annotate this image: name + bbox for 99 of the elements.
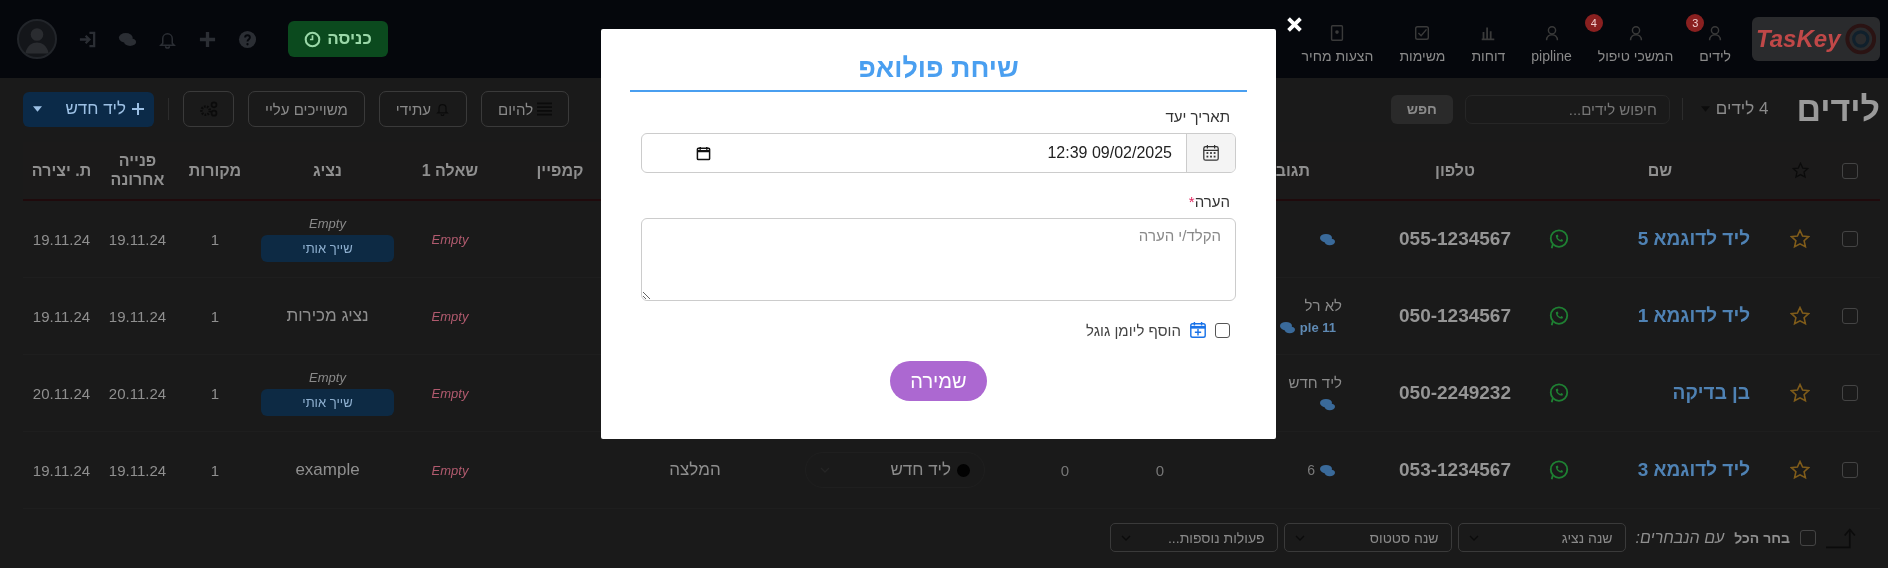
assign-me-button[interactable]: שייך אותי: [261, 389, 394, 416]
empty-value: Empty: [431, 231, 469, 247]
calendar-plus-icon: [1189, 321, 1207, 339]
logo[interactable]: TasKey: [1752, 17, 1880, 61]
row-checkbox[interactable]: [1842, 308, 1858, 324]
chat-icon[interactable]: [1278, 320, 1296, 335]
filter-button[interactable]: להיום: [481, 91, 570, 127]
dialog-title: שיחת פולואפ: [630, 53, 1247, 92]
nav-item[interactable]: דוחות: [1458, 14, 1519, 64]
row-checkbox[interactable]: [1842, 231, 1858, 247]
table-cell: 1: [210, 307, 220, 325]
note-field[interactable]: הקלד/י הערה: [641, 218, 1236, 301]
whatsapp-icon[interactable]: [1548, 382, 1570, 404]
phone-number: 050-1234567: [1399, 305, 1511, 327]
star-icon[interactable]: [1790, 306, 1810, 326]
lead-name-link[interactable]: ליד לדוגמא 3: [1637, 459, 1750, 481]
table-cell: 1: [210, 230, 220, 248]
caret-icon: [33, 106, 42, 112]
nav-item[interactable]: pipline: [1518, 14, 1585, 64]
checkbox-label[interactable]: הוסף ליומן גוגל: [1086, 321, 1181, 339]
bulk-action-select[interactable]: שנה סטטוס: [1283, 523, 1452, 552]
comment-text: לא רל: [1304, 297, 1342, 314]
agent-name: example: [295, 460, 360, 480]
count-badge: 4: [1584, 14, 1603, 32]
google-calendar-checkbox[interactable]: [1215, 322, 1230, 338]
save-button[interactable]: שמירה: [890, 361, 987, 401]
table-cell: 19.11.24: [108, 307, 167, 325]
empty-value: Empty: [431, 308, 469, 324]
empty-value: Empty: [431, 462, 469, 478]
phone-number: 055-1234567: [1399, 228, 1511, 250]
count-badge: 3: [1686, 14, 1705, 32]
column-header[interactable]: פנייה אחרונה: [107, 152, 168, 189]
star-icon[interactable]: [1790, 229, 1810, 249]
nav-item[interactable]: משימות: [1386, 14, 1459, 64]
column-header[interactable]: שם: [1647, 161, 1673, 180]
table-cell: 20.11.24: [32, 384, 91, 402]
page-title: לידים: [1796, 89, 1880, 129]
bulk-actions-label: עם הנבחרים:: [1635, 528, 1725, 547]
field-label: הערה*: [1187, 193, 1230, 210]
chat-icon[interactable]: [1319, 462, 1336, 478]
bulk-action-select[interactable]: שנה נציג: [1457, 523, 1626, 552]
chat-icon[interactable]: [1319, 231, 1336, 247]
agent-name: נציג מכירות: [286, 306, 369, 326]
search-field[interactable]: חיפוש לידים...: [1464, 94, 1670, 124]
column-header[interactable]: טלפון: [1435, 161, 1475, 180]
new-lead-button[interactable]: ליד חדש: [23, 91, 154, 127]
empty-value: Empty: [309, 216, 346, 231]
filter-button[interactable]: עתידי: [378, 91, 467, 127]
column-header[interactable]: שאלה 1: [421, 161, 479, 180]
count-dropdown[interactable]: 4 לידים: [1694, 98, 1775, 120]
column-header[interactable]: תגוב: [1275, 161, 1310, 180]
table-cell: 20.11.24: [108, 384, 167, 402]
table-cell: 19.11.24: [32, 307, 91, 325]
select-all-checkbox[interactable]: [1842, 162, 1858, 179]
comment-text: ליד חדש: [1288, 374, 1342, 391]
lead-name-link[interactable]: ליד לדוגמא 1: [1637, 305, 1750, 327]
whatsapp-icon[interactable]: [1548, 228, 1570, 250]
table-cell: 1: [210, 461, 220, 479]
bulk-action-select[interactable]: פעולות נוספות...: [1109, 523, 1278, 552]
table-cell: 19.11.24: [108, 230, 167, 248]
phone-number: 050-2249232: [1399, 382, 1511, 404]
phone-number: 053-1234567: [1399, 459, 1511, 481]
close-icon[interactable]: [1286, 16, 1303, 33]
nav-item[interactable]: הצעות מחיר: [1288, 14, 1387, 64]
search-button[interactable]: חפש: [1390, 94, 1453, 124]
lead-name-link[interactable]: בן בדיקה: [1672, 382, 1750, 404]
comment-count: 6: [1307, 462, 1315, 478]
star-icon[interactable]: [1790, 383, 1810, 403]
filter-button[interactable]: משוייכים עליי: [248, 91, 365, 127]
select-all-label[interactable]: בחר הכל: [1734, 529, 1790, 546]
column-header[interactable]: נציג: [313, 161, 342, 180]
row-checkbox[interactable]: [1842, 385, 1858, 401]
select-all-checkbox[interactable]: [1800, 529, 1816, 546]
column-header[interactable]: ת. יצירה: [31, 161, 92, 180]
column-header[interactable]: קמפיין: [536, 161, 584, 180]
chat-icon[interactable]: [1319, 397, 1336, 412]
plus-icon: [132, 103, 144, 115]
settings-button[interactable]: [183, 91, 234, 127]
table-cell: 1: [210, 384, 220, 402]
table-cell: 19.11.24: [32, 230, 91, 248]
clock-icon: [304, 30, 322, 48]
assign-me-button[interactable]: שייך אותי: [261, 235, 394, 262]
comment-author: ple 11: [1299, 320, 1336, 335]
empty-value: Empty: [431, 385, 469, 401]
row-checkbox[interactable]: [1842, 462, 1858, 478]
field-label: תאריך יעד: [1164, 108, 1230, 125]
table-cell: 0: [1155, 461, 1165, 479]
table-cell: 0: [1060, 461, 1070, 479]
column-header[interactable]: מקורות: [188, 161, 242, 180]
whatsapp-icon[interactable]: [1548, 459, 1570, 481]
lead-name-link[interactable]: ליד לדוגמא 5: [1637, 228, 1750, 250]
checkbox-icon: [1413, 24, 1432, 42]
table-cell: 19.11.24: [108, 461, 167, 479]
table-cell: 19.11.24: [32, 461, 91, 479]
star-icon[interactable]: [1790, 460, 1810, 480]
whatsapp-icon[interactable]: [1548, 305, 1570, 327]
check-in-button[interactable]: כניסה: [288, 21, 388, 57]
table-cell: המלצה: [669, 460, 721, 480]
empty-value: Empty: [309, 370, 346, 385]
